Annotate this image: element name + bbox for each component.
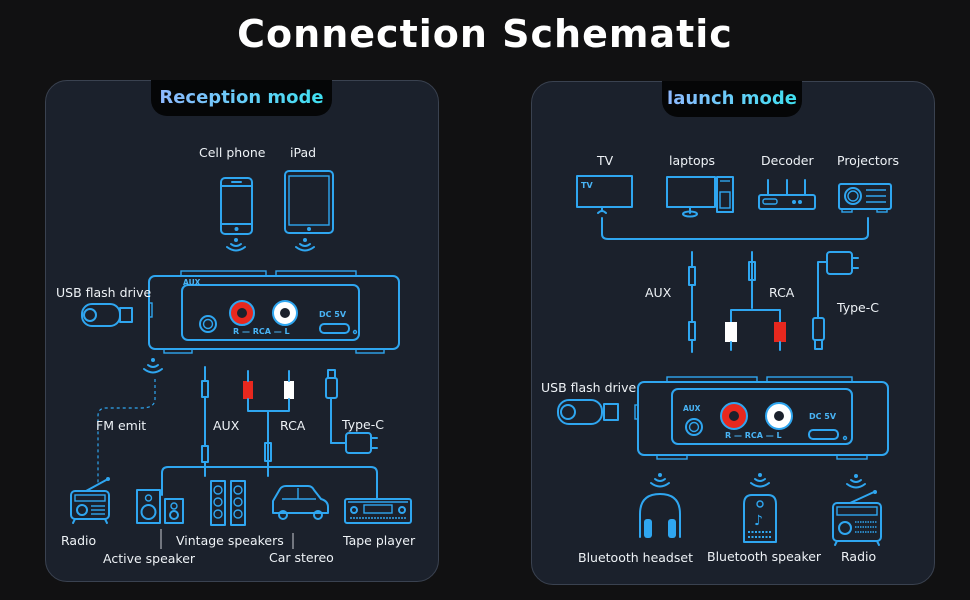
- radio-label: Radio: [61, 533, 97, 548]
- decoder-icon: [758, 179, 816, 210]
- car-stereo-icon: [272, 485, 329, 520]
- source-bus-line: [601, 217, 869, 240]
- wireless-signal-icon: [750, 473, 770, 488]
- rca-cable-label: RCA: [280, 418, 306, 433]
- bluetooth-speaker-icon: ♪: [743, 494, 777, 543]
- device-dc-port-label: DC 5V: [809, 412, 837, 421]
- radio-icon: [832, 490, 882, 546]
- usb-flash-drive-label: USB flash drive: [541, 380, 637, 395]
- device-rca-port-label: R — RCA — L: [233, 327, 290, 336]
- type-c-cable-label: Type-C: [342, 417, 384, 432]
- laptops-label: laptops: [669, 153, 716, 168]
- usb-flash-drive-icon: [557, 399, 619, 425]
- rca-cable-icon: [725, 251, 786, 351]
- bluetooth-headset-label: Bluetooth headset: [578, 550, 693, 565]
- usb-flash-drive-icon: [81, 303, 133, 327]
- fm-emit-label: FM emit: [96, 418, 147, 433]
- reception-mode-panel: Reception mode Cell phone iPad USB flash…: [45, 80, 439, 582]
- device-aux-port-label: AUX: [183, 278, 201, 287]
- active-speaker-label: Active speaker: [103, 551, 196, 566]
- launch-mode-panel: launch mode TV ♪ TV laptops Decoder Proj…: [531, 81, 935, 585]
- aux-cable-label: AUX: [213, 418, 240, 433]
- wireless-signal-icon: [846, 474, 866, 489]
- aux-cable-icon: [688, 251, 696, 353]
- tv-label: TV: [597, 153, 614, 168]
- svg-text:♪: ♪: [754, 513, 763, 529]
- rca-cable-label: RCA: [769, 285, 795, 300]
- device-aux-port-label: AUX: [683, 404, 701, 413]
- tv-screen-text: TV: [581, 181, 593, 190]
- fm-signal-icon: [143, 358, 163, 374]
- bluetooth-headset-icon: [639, 493, 681, 538]
- bluetooth-speaker-label: Bluetooth speaker: [707, 549, 822, 564]
- aux-cable-icon: [201, 366, 209, 477]
- device-rca-port-label: R — RCA — L: [725, 431, 782, 440]
- output-bus-line: [161, 466, 378, 500]
- wireless-signal-icon: [650, 473, 670, 488]
- device-dc-port-label: DC 5V: [319, 310, 347, 319]
- bluetooth-transceiver-device: [634, 376, 889, 460]
- tape-player-icon: [344, 498, 412, 524]
- vintage-speakers-icon: [210, 480, 246, 526]
- type-c-cable-icon: [325, 369, 378, 454]
- page-title: Connection Schematic: [237, 12, 733, 56]
- wireless-signal-icon: [226, 238, 246, 252]
- radio-label: Radio: [841, 549, 877, 564]
- active-speaker-icon: [136, 489, 184, 524]
- laptops-icon: [666, 176, 734, 218]
- decoder-label: Decoder: [761, 153, 814, 168]
- cell-phone-icon: [220, 177, 253, 235]
- type-c-cable-label: Type-C: [837, 300, 879, 315]
- tape-player-label: Tape player: [343, 533, 416, 548]
- projectors-label: Projectors: [837, 153, 900, 168]
- projector-icon: [838, 183, 892, 213]
- radio-icon: [70, 477, 110, 524]
- aux-cable-label: AUX: [645, 285, 672, 300]
- vintage-speakers-label: Vintage speakers: [176, 533, 284, 548]
- car-stereo-label: Car stereo: [269, 550, 334, 565]
- cell-phone-label: Cell phone: [199, 145, 266, 160]
- ipad-label: iPad: [290, 145, 317, 160]
- usb-flash-drive-label: USB flash drive: [56, 285, 152, 300]
- wireless-signal-icon: [295, 238, 315, 252]
- ipad-icon: [284, 170, 334, 234]
